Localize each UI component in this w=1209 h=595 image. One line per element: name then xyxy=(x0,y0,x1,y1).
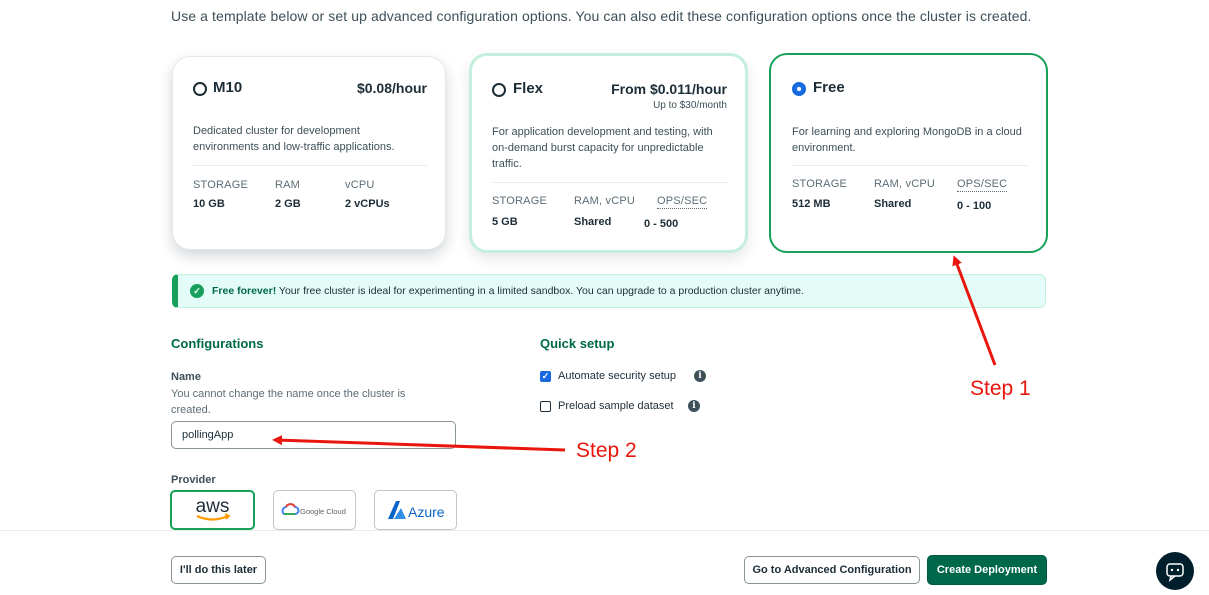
step2-arrow xyxy=(272,435,566,452)
step2-annotation: Step 2 xyxy=(576,439,637,462)
step1-arrow xyxy=(952,255,997,366)
step1-annotation: Step 1 xyxy=(970,377,1031,400)
annotation-arrows xyxy=(272,255,997,452)
